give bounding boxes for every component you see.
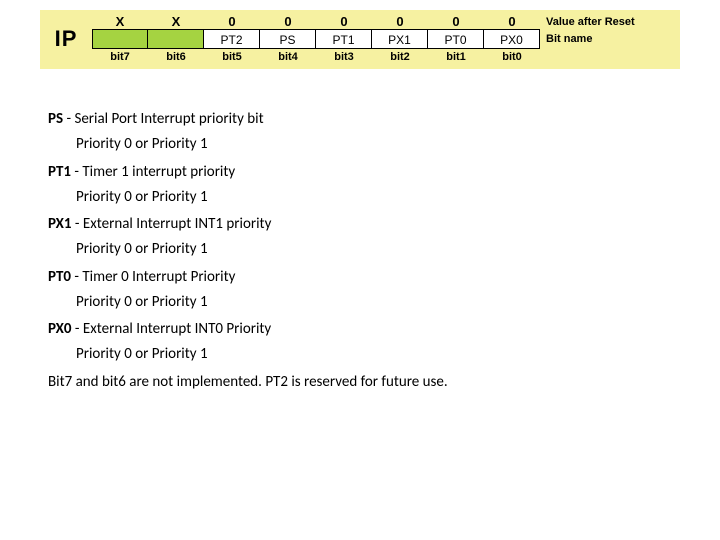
definition-ps: PS - Serial Port Interrupt priority bit … bbox=[48, 111, 700, 154]
definition-abbr: PT0 bbox=[48, 268, 71, 286]
definition-abbr: PX1 bbox=[48, 215, 72, 233]
definition-abbr: PX0 bbox=[48, 320, 72, 338]
register-diagram: IP X X 0 0 0 0 0 0 Value after Reset PT2… bbox=[40, 10, 680, 69]
definition-desc: Timer 1 interrupt priority bbox=[82, 163, 235, 181]
separator: - bbox=[72, 320, 83, 338]
definition-pt1: PT1 - Timer 1 interrupt priority Priorit… bbox=[48, 164, 700, 207]
reset-value-bit5: 0 bbox=[204, 14, 260, 29]
separator: - bbox=[71, 268, 82, 286]
definition-abbr: PT1 bbox=[48, 163, 71, 181]
bit-index-6: bit6 bbox=[148, 49, 204, 63]
bit-name-label: Bit name bbox=[540, 33, 680, 45]
definition-pt0: PT0 - Timer 0 Interrupt Priority Priorit… bbox=[48, 269, 700, 312]
definition-desc: External Interrupt INT0 Priority bbox=[83, 320, 271, 338]
definition-sub: Priority 0 or Priority 1 bbox=[76, 136, 700, 153]
bit-index-2: bit2 bbox=[372, 49, 428, 63]
definition-abbr: PS bbox=[48, 110, 63, 128]
bit-name-bit2: PX1 bbox=[371, 29, 428, 49]
register-label: IP bbox=[40, 26, 92, 52]
reset-value-bit0: 0 bbox=[484, 14, 540, 29]
bit-index-3: bit3 bbox=[316, 49, 372, 63]
bit-index-7: bit7 bbox=[92, 49, 148, 63]
reset-value-bit2: 0 bbox=[372, 14, 428, 29]
definition-sub: Priority 0 or Priority 1 bbox=[76, 294, 700, 311]
reset-value-bit4: 0 bbox=[260, 14, 316, 29]
bit-name-bit1: PT0 bbox=[427, 29, 484, 49]
bit-index-1: bit1 bbox=[428, 49, 484, 63]
bit-name-bit0: PX0 bbox=[483, 29, 540, 49]
bit-name-bit6 bbox=[147, 29, 204, 49]
separator: - bbox=[71, 163, 82, 181]
reset-value-bit1: 0 bbox=[428, 14, 484, 29]
definition-desc: Serial Port Interrupt priority bit bbox=[74, 110, 263, 128]
definition-px0: PX0 - External Interrupt INT0 Priority P… bbox=[48, 321, 700, 364]
definition-sub: Priority 0 or Priority 1 bbox=[76, 241, 700, 258]
definition-px1: PX1 - External Interrupt INT1 priority P… bbox=[48, 216, 700, 259]
bit-name-bit3: PT1 bbox=[315, 29, 372, 49]
reset-value-bit7: X bbox=[92, 14, 148, 29]
reset-value-bit3: 0 bbox=[316, 14, 372, 29]
bit-name-bit7 bbox=[92, 29, 148, 49]
separator: - bbox=[72, 215, 83, 233]
bit-index-0: bit0 bbox=[484, 49, 540, 63]
definition-sub: Priority 0 or Priority 1 bbox=[76, 346, 700, 363]
definition-sub: Priority 0 or Priority 1 bbox=[76, 189, 700, 206]
bit-index-4: bit4 bbox=[260, 49, 316, 63]
definitions-list: PS - Serial Port Interrupt priority bit … bbox=[48, 111, 700, 391]
definition-desc: External Interrupt INT1 priority bbox=[83, 215, 271, 233]
bit-name-bit5: PT2 bbox=[203, 29, 260, 49]
definition-desc: Timer 0 Interrupt Priority bbox=[82, 268, 235, 286]
bit-index-5: bit5 bbox=[204, 49, 260, 63]
bit-name-bit4: PS bbox=[259, 29, 316, 49]
footnote: Bit7 and bit6 are not implemented. PT2 i… bbox=[48, 374, 700, 391]
reset-value-bit6: X bbox=[148, 14, 204, 29]
separator: - bbox=[63, 110, 74, 128]
value-after-reset-label: Value after Reset bbox=[540, 16, 680, 28]
